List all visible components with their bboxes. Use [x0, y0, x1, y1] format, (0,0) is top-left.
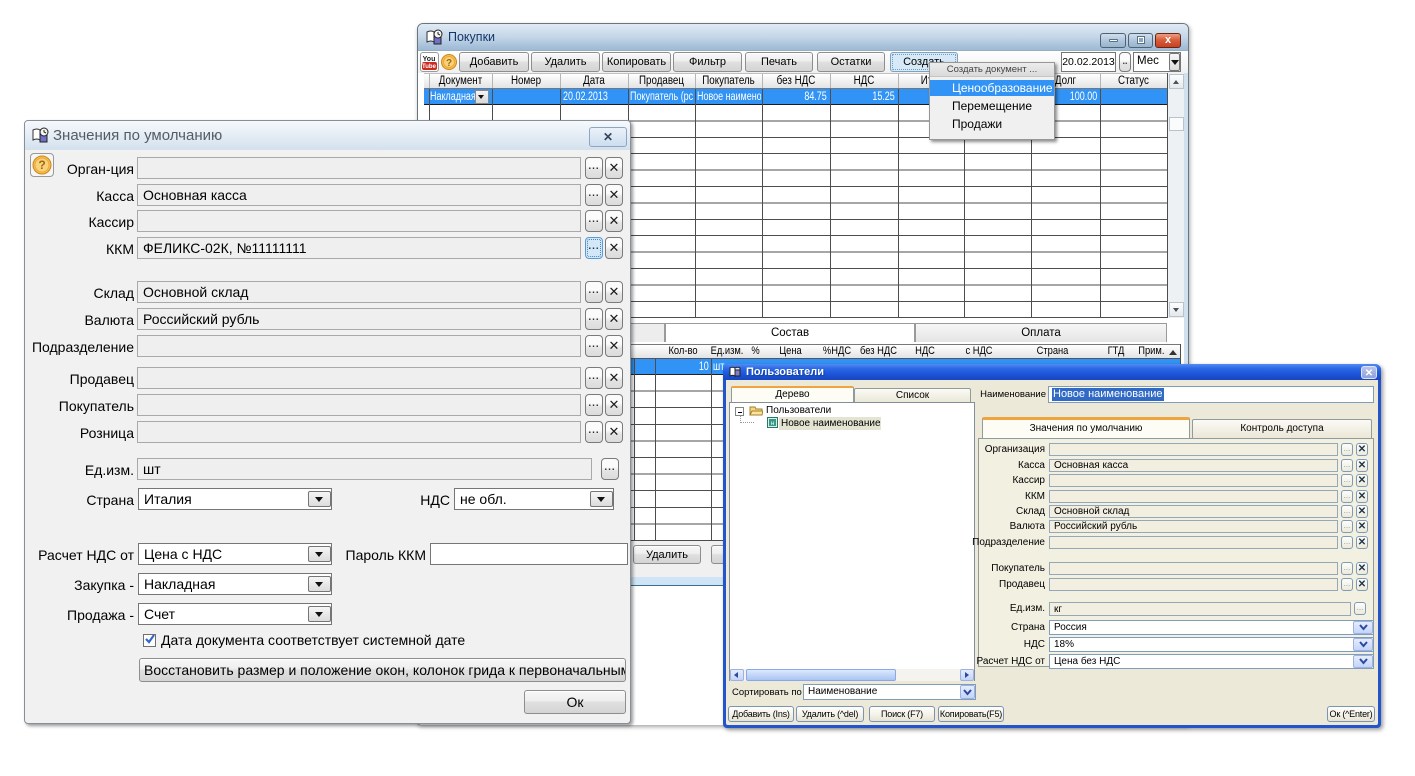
- svg-text:?: ?: [446, 58, 452, 69]
- svg-text:н: н: [771, 421, 774, 427]
- svg-text:Tube: Tube: [422, 64, 437, 70]
- svg-text:You: You: [423, 56, 436, 63]
